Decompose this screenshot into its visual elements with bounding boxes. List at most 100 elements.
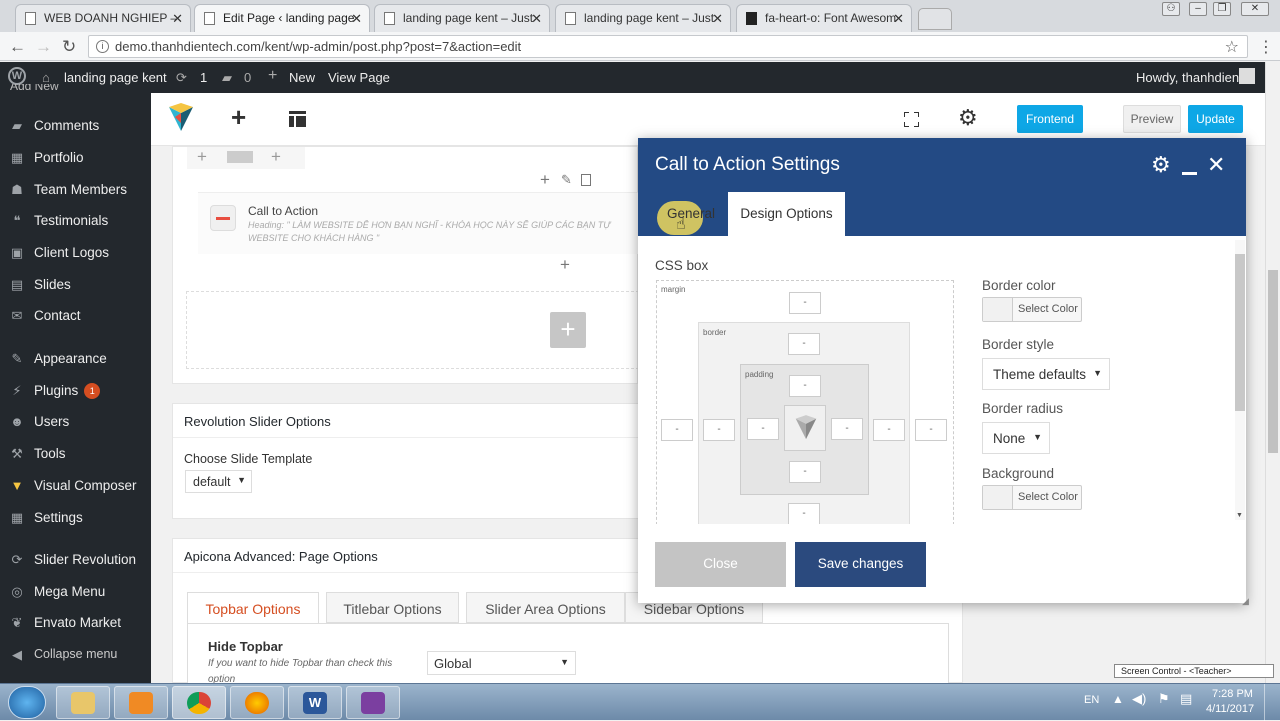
wordpress-logo-icon[interactable]: W — [8, 67, 26, 85]
clock-date[interactable]: 4/11/2017 — [1206, 703, 1254, 715]
page-scrollbar[interactable] — [1265, 62, 1280, 683]
browser-tab[interactable]: WEB DOANH NGHIEP – ✕ — [15, 4, 191, 32]
browser-tab[interactable]: fa-heart-o: Font Awesom ✕ — [736, 4, 912, 32]
sidebar-item-client-logos[interactable]: ▣ Client Logos — [0, 238, 151, 268]
howdy-user[interactable]: Howdy, thanhdien — [1136, 70, 1239, 85]
call-to-action-element[interactable]: Call to Action Heading: " LÀM WEBSITE DỄ… — [198, 192, 639, 254]
sidebar-item-testimonials[interactable]: ❝ Testimonials — [0, 206, 151, 236]
margin-top-input[interactable]: - — [789, 292, 821, 314]
sidebar-item-tools[interactable]: ⚒ Tools — [0, 439, 151, 469]
show-desktop-button[interactable] — [1264, 684, 1280, 721]
sidebar-item-users[interactable]: ☻ Users — [0, 407, 151, 437]
browser-tab[interactable]: landing page kent – Just ✕ — [374, 4, 550, 32]
sidebar-item-team-members[interactable]: ☗ Team Members — [0, 175, 151, 205]
media-player-icon[interactable] — [114, 686, 168, 719]
hide-topbar-select[interactable]: Global ▼ — [427, 651, 576, 675]
sidebar-item-portfolio[interactable]: ▦ Portfolio — [0, 143, 151, 173]
add-element-plus-icon[interactable]: + — [550, 312, 586, 348]
comments-count[interactable]: 0 — [244, 70, 251, 85]
avatar[interactable] — [1239, 68, 1255, 84]
sidebar-item-slides[interactable]: ▤ Slides — [0, 270, 151, 300]
site-name-link[interactable]: landing page kent — [64, 70, 167, 85]
tab-general[interactable]: General ☝ — [655, 192, 727, 236]
padding-right-input[interactable]: - — [831, 418, 863, 440]
reload-icon[interactable]: ↻ — [62, 37, 76, 57]
close-tab-icon[interactable]: ✕ — [893, 11, 904, 27]
network-icon[interactable]: ▤ — [1180, 691, 1192, 707]
delete-icon[interactable] — [581, 174, 591, 186]
update-button[interactable]: Update — [1188, 105, 1243, 133]
info-icon[interactable]: i — [96, 40, 109, 53]
language-indicator[interactable]: EN — [1084, 694, 1099, 706]
add-column-icon[interactable]: + — [271, 147, 281, 167]
back-icon[interactable]: ← — [9, 37, 26, 57]
padding-bottom-input[interactable]: - — [789, 461, 821, 483]
tab-titlebar-options[interactable]: Titlebar Options — [326, 592, 459, 623]
row-layout-icon[interactable] — [227, 151, 253, 163]
browser-tab-active[interactable]: Edit Page ‹ landing page ✕ — [194, 4, 370, 32]
chrome-icon[interactable] — [172, 686, 226, 719]
user-icon[interactable]: ⚇ — [1162, 2, 1180, 16]
new-tab-button[interactable] — [918, 8, 952, 30]
explorer-icon[interactable] — [56, 686, 110, 719]
sidebar-item-collapse-menu[interactable]: ◀ Collapse menu — [0, 640, 151, 670]
screen-control-bar[interactable]: Screen Control - <Teacher> — [1114, 664, 1274, 678]
tab-slider-area-options[interactable]: Slider Area Options — [466, 592, 625, 623]
border-radius-select[interactable]: None ▼ — [982, 422, 1050, 454]
firefox-icon[interactable] — [230, 686, 284, 719]
close-tab-icon[interactable]: ✕ — [172, 11, 183, 27]
browser-tab[interactable]: landing page kent – Just ✕ — [555, 4, 731, 32]
move-icon[interactable]: + — [197, 147, 207, 167]
edit-pencil-icon[interactable]: ✎ — [561, 172, 572, 188]
sidebar-item-plugins[interactable]: ⚡ Plugins 1 — [0, 376, 151, 406]
tab-topbar-options[interactable]: Topbar Options — [187, 592, 319, 624]
restore-icon[interactable]: ❐ — [1213, 2, 1231, 16]
tab-design-options[interactable]: Design Options — [728, 192, 845, 236]
border-bottom-input[interactable]: - — [788, 503, 820, 524]
sidebar-item-visual-composer[interactable]: ▼ Visual Composer — [0, 471, 151, 501]
word-icon[interactable]: W — [288, 686, 342, 719]
minimize-icon[interactable]: – — [1189, 2, 1207, 16]
bookmark-star-icon[interactable]: ☆ — [1225, 37, 1239, 57]
video-call-icon[interactable] — [346, 686, 400, 719]
close-tab-icon[interactable]: ✕ — [712, 11, 723, 27]
clock-time[interactable]: 7:28 PM — [1212, 688, 1253, 700]
menu-icon[interactable]: ⋮ — [1258, 37, 1274, 57]
sidebar-item-comments[interactable]: ▰ Comments — [0, 111, 151, 141]
close-tab-icon[interactable]: ✕ — [351, 11, 362, 27]
border-left-input[interactable]: - — [703, 419, 735, 441]
save-changes-button[interactable]: Save changes — [795, 542, 926, 587]
sidebar-item-contact[interactable]: ✉ Contact — [0, 301, 151, 331]
modal-scrollbar[interactable]: ▼ — [1235, 240, 1245, 520]
url-input[interactable]: i demo.thanhdientech.com/kent/wp-admin/p… — [88, 35, 1248, 58]
sidebar-item-mega-menu[interactable]: ◎ Mega Menu — [0, 577, 151, 607]
close-icon[interactable]: ✕ — [1207, 152, 1225, 178]
add-element-below-icon[interactable]: + — [560, 255, 570, 275]
sidebar-item-envato-market[interactable]: ❦ Envato Market — [0, 608, 151, 638]
preview-button[interactable]: Preview — [1123, 105, 1181, 133]
border-right-input[interactable]: - — [873, 419, 905, 441]
settings-gear-icon[interactable]: ⚙ — [958, 105, 978, 131]
border-top-input[interactable]: - — [788, 333, 820, 355]
sidebar-item-appearance[interactable]: ✎ Appearance — [0, 344, 151, 374]
updates-count[interactable]: 1 — [200, 70, 207, 85]
border-style-select[interactable]: Theme defaults ▼ — [982, 358, 1110, 390]
background-color-picker[interactable]: Select Color — [982, 485, 1082, 510]
margin-right-input[interactable]: - — [915, 419, 947, 441]
sidebar-item-add-new[interactable]: Add New — [10, 84, 140, 94]
close-tab-icon[interactable]: ✕ — [531, 11, 542, 27]
padding-top-input[interactable]: - — [789, 375, 821, 397]
forward-icon[interactable]: → — [35, 37, 52, 57]
start-button[interactable] — [8, 686, 46, 719]
close-button[interactable]: Close — [655, 542, 786, 587]
fullscreen-icon[interactable] — [904, 112, 919, 127]
add-element-icon[interactable]: + — [231, 102, 246, 133]
templates-icon[interactable] — [289, 111, 306, 127]
flag-icon[interactable]: ⚑ — [1158, 691, 1170, 707]
tray-arrow-icon[interactable]: ▲ — [1112, 692, 1124, 706]
margin-left-input[interactable]: - — [661, 419, 693, 441]
empty-row-dropzone[interactable]: + — [186, 291, 639, 369]
padding-left-input[interactable]: - — [747, 418, 779, 440]
modal-settings-icon[interactable]: ⚙ — [1151, 152, 1171, 178]
sidebar-item-slider-revolution[interactable]: ⟳ Slider Revolution — [0, 545, 151, 575]
